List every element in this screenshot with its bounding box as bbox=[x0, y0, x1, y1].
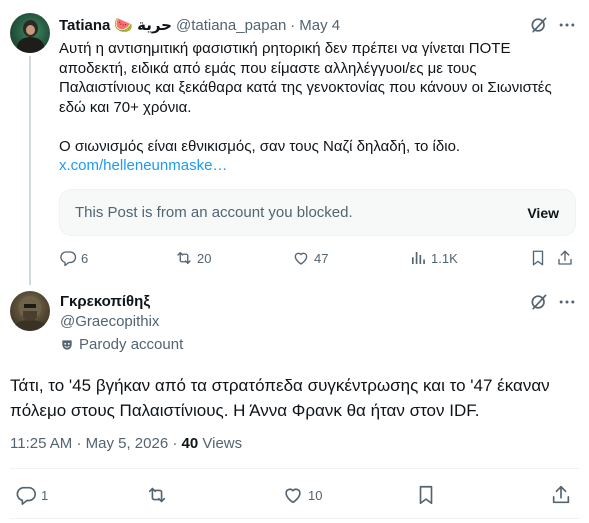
divider bbox=[10, 518, 579, 519]
watermelon-emoji: 🍉 bbox=[114, 17, 134, 34]
blocked-quote-card: This Post is from an account you blocked… bbox=[59, 189, 576, 236]
post-date[interactable]: May 4 bbox=[299, 17, 340, 35]
share-button[interactable] bbox=[556, 247, 574, 269]
share-icon bbox=[550, 484, 572, 506]
text-line: Αυτή η αντισημιτική φασιστική ρητορική δ… bbox=[59, 40, 511, 57]
post-date[interactable]: May 5, 2026 bbox=[86, 435, 169, 452]
text-line: εδώ και 70+ χρόνια. bbox=[59, 98, 192, 116]
repost-button[interactable] bbox=[146, 483, 168, 507]
post-time[interactable]: 11:25 AM bbox=[10, 435, 72, 452]
views-count[interactable]: 40 bbox=[182, 435, 199, 452]
share-button[interactable] bbox=[550, 483, 572, 507]
repost-icon bbox=[175, 249, 193, 267]
bookmark-icon bbox=[529, 249, 547, 267]
like-count: 10 bbox=[308, 487, 323, 503]
meta-separator: · bbox=[172, 435, 178, 452]
reply-button[interactable]: 6 bbox=[59, 247, 88, 269]
avatar-body bbox=[17, 37, 44, 53]
avatar-beard bbox=[23, 311, 37, 321]
author-handle[interactable]: @tatiana_papan bbox=[176, 17, 286, 35]
view-button[interactable]: View bbox=[527, 205, 559, 221]
tweet-text: Αυτή η αντισημιτική φασιστική ρητορική δ… bbox=[59, 39, 579, 176]
text-line: αποδεκτή, ειδικά από εμάς που είμαστε αλ… bbox=[59, 59, 477, 77]
reply-avatar[interactable] bbox=[10, 291, 50, 331]
more-icon[interactable] bbox=[557, 15, 577, 35]
reply-count: 6 bbox=[81, 250, 89, 266]
tweet-link[interactable]: x.com/helleneunmaske… bbox=[59, 156, 579, 176]
bookmark-icon bbox=[415, 484, 437, 506]
like-count: 47 bbox=[314, 250, 329, 266]
views-icon bbox=[409, 249, 427, 267]
reply-icon bbox=[15, 484, 37, 506]
views-label: Views bbox=[202, 435, 243, 452]
header-separator: · bbox=[290, 17, 296, 34]
thread-line bbox=[29, 56, 31, 285]
share-icon bbox=[556, 249, 574, 267]
repost-count: 20 bbox=[197, 250, 212, 266]
author-name-arabic[interactable]: حرية bbox=[137, 17, 172, 35]
avatar[interactable] bbox=[10, 13, 50, 53]
bookmark-button[interactable] bbox=[415, 483, 437, 507]
parody-mask-icon bbox=[60, 338, 74, 352]
more-icon[interactable] bbox=[557, 292, 577, 312]
reply-icon bbox=[59, 249, 77, 267]
parody-label: Parody account bbox=[79, 336, 184, 353]
avatar-visor bbox=[24, 304, 36, 308]
repost-button[interactable]: 20 bbox=[175, 247, 211, 269]
reply-author-name[interactable]: Γκρεκοπίθηξ bbox=[60, 293, 150, 311]
repost-icon bbox=[146, 484, 168, 506]
reply-text: Τάτι, το '45 βγήκαν από τα στρατόπεδα συ… bbox=[10, 376, 550, 420]
views-button[interactable]: 1.1K bbox=[409, 247, 458, 269]
reply-author-handle[interactable]: @Graecopithix bbox=[60, 313, 159, 331]
views-count: 1.1K bbox=[431, 250, 458, 266]
author-name[interactable]: Tatiana bbox=[59, 17, 110, 35]
like-button[interactable]: 47 bbox=[292, 247, 328, 269]
meta-separator: · bbox=[76, 435, 82, 452]
text-line: Ο σιωνισμός είναι εθνικισμός, σαν τους Ν… bbox=[59, 137, 461, 155]
reply-button[interactable]: 1 bbox=[15, 483, 48, 507]
reply-action-bar: 1 10 bbox=[10, 483, 579, 507]
avatar-face bbox=[26, 25, 35, 35]
blocked-message: This Post is from an account you blocked… bbox=[75, 204, 353, 221]
avatar-shoulders bbox=[13, 320, 47, 331]
grok-icon[interactable] bbox=[529, 292, 549, 312]
action-bar: 6 20 47 1.1K bbox=[59, 247, 584, 269]
parent-tweet[interactable]: Tatiana 🍉 حرية @tatiana_papan · May 4 Αυ… bbox=[0, 0, 589, 285]
tweet-header: Tatiana 🍉 حرية @tatiana_papan · May 4 bbox=[59, 17, 340, 35]
reply-meta: 11:25 AM · May 5, 2026 · 40 Views bbox=[10, 435, 242, 453]
bookmark-button[interactable] bbox=[529, 247, 547, 269]
like-button[interactable]: 10 bbox=[282, 483, 322, 507]
like-icon bbox=[282, 484, 304, 506]
text-line: Παλαιστίνιους και ξεκάθαρα κατά της γενο… bbox=[59, 79, 552, 96]
like-icon bbox=[292, 249, 310, 267]
grok-icon[interactable] bbox=[529, 15, 549, 35]
divider bbox=[10, 468, 579, 469]
reply-count: 1 bbox=[41, 487, 49, 503]
parody-badge: Parody account bbox=[60, 336, 183, 354]
